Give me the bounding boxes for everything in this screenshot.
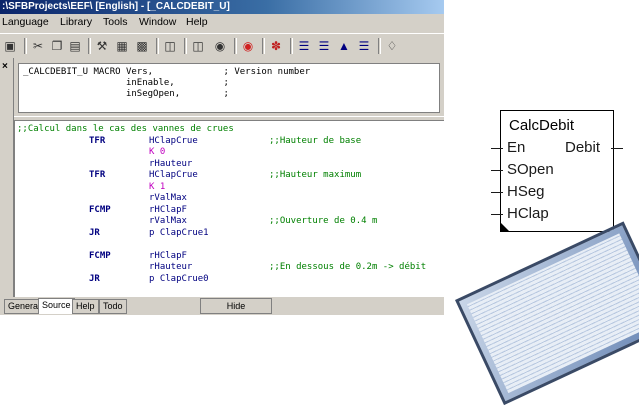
open-icon[interactable]: ▦ [114, 38, 130, 54]
declaration-line: inSegOpen, ; [23, 89, 229, 99]
window-title: :\SFBProjects\EEF\ [English] - [_CALCDEB… [2, 1, 230, 12]
cut-icon[interactable]: ✂ [30, 38, 46, 54]
menu-language[interactable]: Language [2, 16, 49, 28]
properties-icon[interactable]: ▩ [134, 38, 150, 54]
input-pin-hseg: HSeg [507, 183, 545, 200]
code-comment: ;;Ouverture de 0.4 m [269, 216, 378, 226]
input-pin-line [491, 214, 503, 215]
code-comment: ;;En dessous de 0.2m -> débit [269, 262, 427, 272]
ide-window: :\SFBProjects\EEF\ [English] - [_CALCDEB… [0, 0, 444, 315]
code-argument: HClapCrue [149, 170, 198, 180]
code-comment-line: ;;Calcul dans le cas des vannes de crues [17, 124, 234, 134]
input-pin-line [491, 148, 503, 149]
declaration-line: _CALCDEBIT_U MACRO Vers, ; Version numbe… [23, 67, 311, 77]
code-comment: ;;Hauteur de base [269, 135, 362, 146]
code-argument: rHauteur [149, 262, 193, 272]
declaration-editor[interactable]: _CALCDEBIT_U MACRO Vers, ; Version numbe… [18, 63, 440, 113]
input-pin-sopen: SOpen [507, 161, 554, 178]
function-block: CalcDebit En SOpen HSeg HClap Debit [491, 110, 623, 232]
tab-todo[interactable]: Todo [99, 299, 127, 314]
tab-source[interactable]: Source [38, 298, 75, 314]
code-comment: ;;Hauteur maximum [269, 170, 362, 180]
menu-bar: Language Library Tools Window Help [0, 15, 444, 31]
list-icon[interactable]: ☰ [356, 38, 372, 54]
monitor-icon[interactable]: ◫ [190, 38, 206, 54]
globe-icon[interactable]: ◉ [212, 38, 228, 54]
eraser-icon[interactable]: ♢ [384, 38, 400, 54]
paste-icon[interactable]: ▤ [67, 38, 83, 54]
left-dock-strip: × [0, 58, 14, 298]
code-argument: K 1 [149, 181, 166, 192]
align-left-icon[interactable]: ☰ [296, 38, 312, 54]
input-pin-line [491, 192, 503, 193]
instance-corner-marker [501, 223, 509, 231]
function-block-name: CalcDebit [509, 117, 575, 134]
code-opcode: FCMP [89, 250, 111, 261]
stop-icon[interactable]: ◉ [240, 38, 256, 54]
save-icon[interactable]: ▣ [2, 38, 18, 54]
monitor-illustration [455, 221, 639, 405]
output-pin-debit: Debit [565, 139, 601, 156]
code-argument: rHauteur [149, 158, 193, 169]
build-icon[interactable]: ⚒ [94, 38, 110, 54]
debug-icon[interactable]: ✽ [268, 38, 284, 54]
code-opcode: FCMP [89, 204, 111, 215]
code-argument: rHClapF [149, 204, 187, 215]
output-pin-line [611, 148, 623, 149]
code-argument: K 0 [149, 147, 166, 157]
menu-library[interactable]: Library [60, 16, 92, 28]
window-icon[interactable]: ◫ [162, 38, 178, 54]
code-opcode: TFR [89, 135, 106, 146]
hide-button[interactable]: Hide [200, 298, 272, 314]
title-bar: :\SFBProjects\EEF\ [English] - [_CALCDEB… [0, 0, 444, 14]
bottom-tab-bar: General Source Help Todo Hide [0, 297, 444, 315]
code-argument: p ClapCrue1 [149, 227, 209, 238]
code-opcode: TFR [89, 170, 106, 180]
menu-help[interactable]: Help [186, 16, 208, 28]
menu-tools[interactable]: Tools [103, 16, 128, 28]
toolbar: ▣ ✂ ❐ ▤ ⚒ ▦ ▩ ◫ ◫ ◉ ◉ ✽ ☰ ☰ ▲ ☰ ♢ [0, 33, 444, 59]
input-pin-hclap: HClap [507, 205, 549, 222]
menu-window[interactable]: Window [139, 16, 176, 28]
copy-icon[interactable]: ❐ [49, 38, 65, 54]
code-argument: rValMax [149, 216, 187, 226]
close-icon[interactable]: × [2, 61, 8, 72]
code-argument: rValMax [149, 193, 187, 203]
declaration-line: inEnable, ; [23, 78, 229, 88]
input-pin-en: En [507, 139, 526, 156]
code-opcode: JR [89, 227, 100, 238]
align-center-icon[interactable]: ☰ [316, 38, 332, 54]
code-argument: p ClapCrue0 [149, 273, 209, 284]
code-argument: rHClapF [149, 250, 187, 261]
source-editor[interactable]: ;;Calcul dans le cas des vannes de crues… [14, 120, 444, 298]
align-right-icon[interactable]: ▲ [336, 38, 352, 54]
input-pin-line [491, 170, 503, 171]
code-argument: HClapCrue [149, 135, 198, 146]
code-opcode: JR [89, 273, 100, 284]
declaration-pane: _CALCDEBIT_U MACRO Vers, ; Version numbe… [14, 58, 444, 116]
tab-help[interactable]: Help [72, 299, 99, 314]
